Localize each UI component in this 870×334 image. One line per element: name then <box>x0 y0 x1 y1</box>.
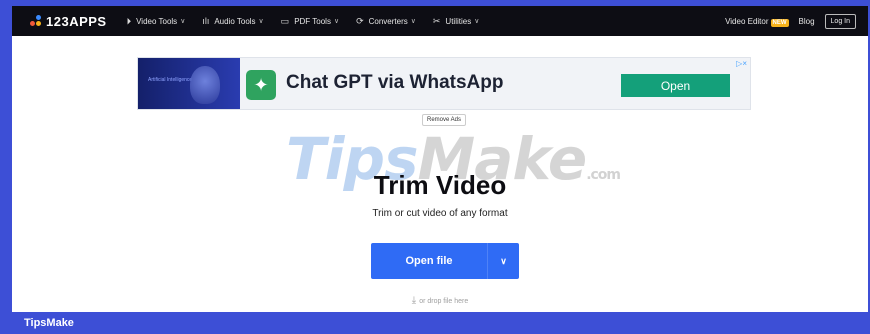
nav-label: PDF Tools <box>294 16 331 26</box>
footer-bar: TipsMake <box>0 312 870 334</box>
top-navbar: 123APPS ⏵ Video Tools ∨ ılı Audio Tools … <box>12 6 868 36</box>
brand-name: 123APPS <box>46 13 107 29</box>
chevron-down-icon: ∨ <box>258 18 264 25</box>
blog-link[interactable]: Blog <box>799 17 815 26</box>
brand-logo[interactable]: 123APPS <box>30 14 107 29</box>
chatbot-icon: ✦ <box>246 70 276 100</box>
login-button[interactable]: Log In <box>824 13 856 29</box>
open-file-label: Open file <box>405 255 453 267</box>
nav-utilities[interactable]: ✂ Utilities ∨ <box>433 16 479 27</box>
page-subtitle: Trim or cut video of any format <box>372 208 508 219</box>
ad-title: Chat GPT via WhatsApp <box>286 72 504 93</box>
nav-converters[interactable]: ⟳ Converters ∨ <box>356 16 416 27</box>
new-badge: NEW <box>770 18 789 27</box>
ai-face-image <box>190 66 220 104</box>
logo-dots-icon <box>30 15 42 27</box>
ad-choices-icon[interactable]: ▷× <box>736 59 747 68</box>
refresh-icon: ⟳ <box>356 15 364 26</box>
nav-label: Video Tools <box>136 16 178 26</box>
main-nav: ⏵ Video Tools ∨ ılı Audio Tools ∨ ▭ PDF … <box>127 16 497 27</box>
page-title: Trim Video <box>373 170 507 200</box>
ad-open-button[interactable]: Open <box>621 74 730 97</box>
nav-video-tools[interactable]: ⏵ Video Tools ∨ <box>127 16 186 27</box>
chevron-down-icon: ∨ <box>333 18 340 25</box>
video-icon: ⏵ <box>126 15 132 26</box>
ad-ai-image: Artificial Intelligence <box>138 58 240 109</box>
topbar-right: Video Editor NEW Blog Log In <box>725 6 868 36</box>
drop-zone-hint: ⤓ or drop file here <box>12 295 868 306</box>
download-icon: ⤓ <box>411 295 417 306</box>
nav-label: Utilities <box>445 16 472 26</box>
nav-label: Converters <box>368 16 408 26</box>
document-icon: ▭ <box>280 15 290 26</box>
drop-hint-text: or drop file here <box>419 298 469 305</box>
ad-ai-text: Artificial Intelligence <box>148 77 193 83</box>
nav-label: Audio Tools <box>214 16 256 26</box>
waveform-icon: ılı <box>202 16 210 26</box>
chevron-down-icon: ∨ <box>474 18 480 25</box>
app-frame: 123APPS ⏵ Video Tools ∨ ılı Audio Tools … <box>12 6 868 312</box>
tools-icon: ✂ <box>432 15 441 26</box>
nav-pdf-tools[interactable]: ▭ PDF Tools ∨ <box>281 16 339 27</box>
footer-label: TipsMake <box>24 317 74 329</box>
open-file-button[interactable]: Open file ∨ <box>371 243 519 279</box>
chevron-down-icon: ∨ <box>410 18 416 25</box>
video-editor-link[interactable]: Video Editor NEW <box>725 17 789 27</box>
ad-banner[interactable]: Artificial Intelligence ✦ Chat GPT via W… <box>137 57 751 110</box>
nav-audio-tools[interactable]: ılı Audio Tools ∨ <box>202 16 263 26</box>
chevron-down-icon: ∨ <box>180 18 186 25</box>
chevron-down-icon[interactable]: ∨ <box>487 243 519 279</box>
